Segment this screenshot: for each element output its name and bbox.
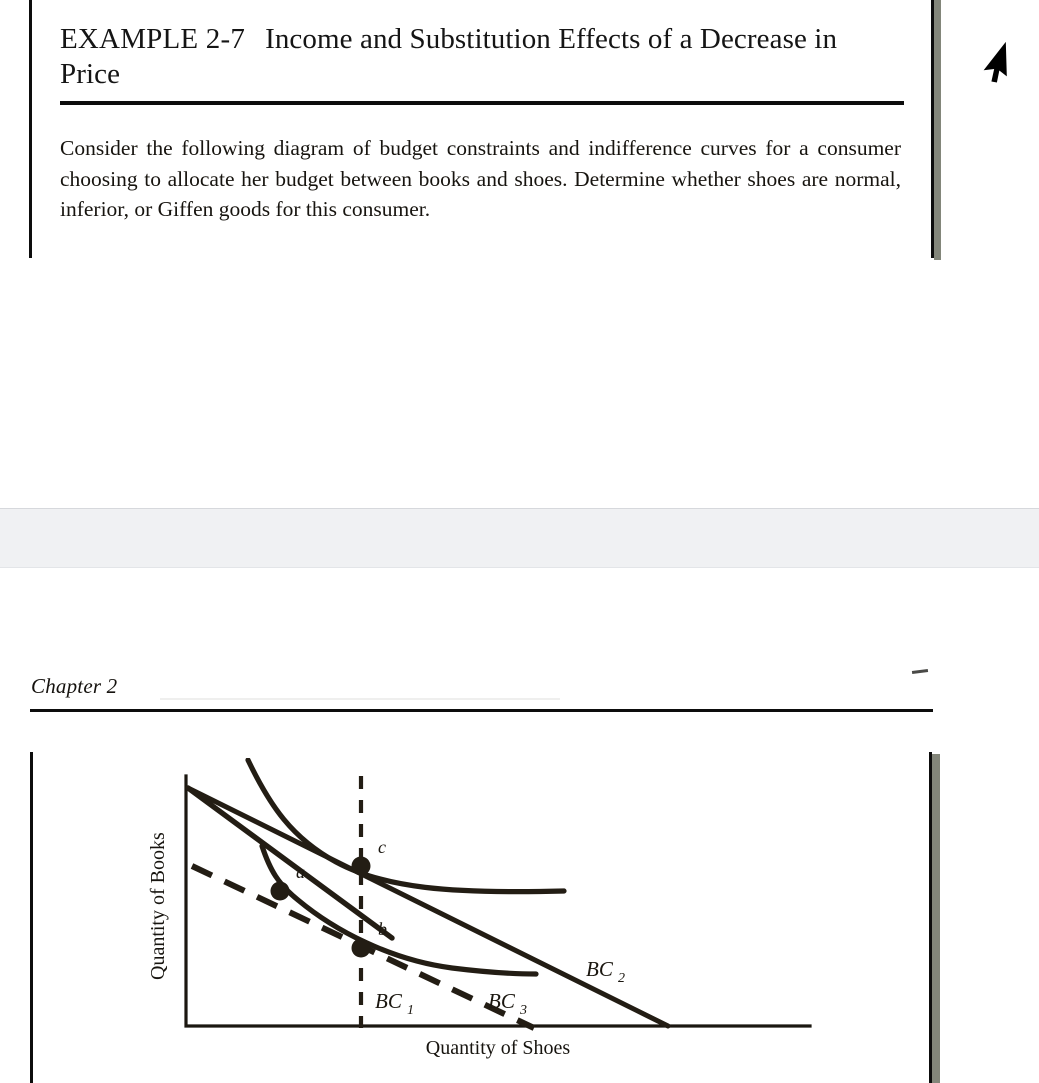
point-label-a: a <box>296 862 305 882</box>
svg-text:3: 3 <box>519 1003 527 1018</box>
point-label-b: b <box>378 919 387 939</box>
example-box-left-rule <box>29 0 32 258</box>
series-label-bc3: BC 3 <box>488 989 527 1018</box>
document-page-top: EXAMPLE 2-7 Income and Substitution Effec… <box>0 0 1039 508</box>
header-scan-artifact <box>160 698 560 700</box>
svg-text:BC: BC <box>488 989 516 1013</box>
example-box-right-rule <box>931 0 934 258</box>
example-box-right-rule-shadow <box>934 0 941 260</box>
page-separator-band <box>0 508 1039 568</box>
figure-box-right-rule-shadow <box>932 754 940 1083</box>
point-a <box>270 881 290 901</box>
point-label-c: c <box>378 837 386 857</box>
svg-text:1: 1 <box>407 1003 414 1018</box>
svg-text:BC: BC <box>375 989 403 1013</box>
header-edge-mark <box>911 669 929 674</box>
svg-text:2: 2 <box>618 971 625 986</box>
document-page-bottom: Chapter 2 Quantity of Books Quantity of … <box>0 568 1039 1083</box>
example-body-text: Consider the following diagram of budget… <box>60 136 901 221</box>
figure-budget-constraints-indifference-curves: Quantity of Books Quantity of Shoes a b … <box>120 758 880 1083</box>
x-axis-label: Quantity of Shoes <box>426 1037 571 1059</box>
figure-box-left-rule <box>30 752 33 1083</box>
running-header-rule <box>30 709 933 712</box>
point-b <box>351 938 371 958</box>
example-title: EXAMPLE 2-7 Income and Substitution Effec… <box>60 22 904 92</box>
example-block: EXAMPLE 2-7 Income and Substitution Effec… <box>60 22 904 246</box>
running-header-chapter: Chapter 2 <box>31 674 118 698</box>
series-label-bc2: BC 2 <box>586 957 625 986</box>
svg-text:BC: BC <box>586 957 614 981</box>
series-label-bc1: BC 1 <box>375 989 414 1018</box>
example-number-label: EXAMPLE 2-7 <box>60 23 246 55</box>
example-title-underline <box>60 101 904 105</box>
point-c <box>351 856 371 876</box>
figure-box-right-rule <box>929 752 932 1083</box>
y-axis-label: Quantity of Books <box>147 832 169 980</box>
series-bc2-line <box>185 785 671 1029</box>
